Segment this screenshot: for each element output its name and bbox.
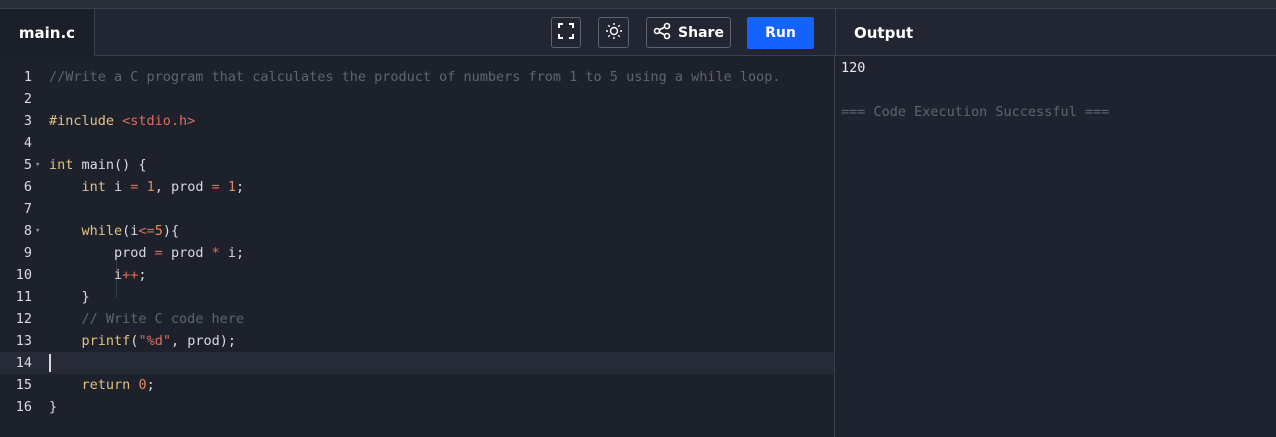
line-number: 4 (23, 135, 32, 151)
line-number: 10 (15, 267, 32, 283)
code-text: //Write a C program that calculates the … (49, 69, 781, 85)
line-number: 9 (23, 245, 32, 261)
code-text: int main() { (49, 157, 147, 173)
code-text: i++; (49, 267, 147, 283)
line-number: 2 (23, 91, 32, 107)
fullscreen-button[interactable] (551, 17, 581, 48)
code-line[interactable]: 7 (0, 198, 834, 220)
text-cursor (49, 354, 51, 372)
code-line[interactable]: 11 } (0, 286, 834, 308)
fold-toggle-icon[interactable]: ▾ (35, 220, 40, 242)
code-text: int i = 1, prod = 1; (81, 179, 245, 195)
window-top-bar (0, 0, 1276, 9)
theme-toggle-button[interactable] (598, 17, 629, 48)
code-line[interactable]: 5 ▾ int main() { (0, 154, 834, 176)
code-line[interactable]: 6 int i = 1, prod = 1; (0, 176, 834, 198)
line-number: 3 (23, 113, 32, 129)
code-text: while(i<=5){ (81, 223, 180, 239)
code-line[interactable]: 13 printf("%d", prod); (0, 330, 834, 352)
code-line[interactable]: 14 (0, 352, 834, 374)
code-text: // Write C code here (81, 311, 245, 327)
code-line[interactable]: 8 ▾ while(i<=5){ (0, 220, 834, 242)
output-status: === Code Execution Successful === (841, 104, 1110, 120)
sun-icon (605, 22, 623, 44)
line-number: 11 (15, 289, 32, 305)
code-line[interactable]: 16} (0, 396, 834, 418)
share-icon (653, 22, 671, 44)
file-tab-main-c[interactable]: main.c (0, 9, 95, 56)
code-line[interactable]: 2 (0, 88, 834, 110)
fold-toggle-icon[interactable]: ▾ (35, 154, 40, 176)
line-number: 13 (15, 333, 32, 349)
code-line[interactable]: 1 //Write a C program that calculates the… (0, 66, 834, 88)
output-result: 120 (841, 60, 866, 76)
code-line[interactable]: 10 i++; (0, 264, 834, 286)
code-line[interactable]: 15 return 0; (0, 374, 834, 396)
line-number: 8 (23, 223, 32, 239)
code-line[interactable]: 3 #include <stdio.h> (0, 110, 834, 132)
fullscreen-icon (557, 22, 575, 44)
line-number: 16 (15, 399, 32, 415)
line-number: 1 (23, 69, 32, 85)
code-line[interactable]: 12 // Write C code here (0, 308, 834, 330)
code-line[interactable]: 4 (0, 132, 834, 154)
line-number: 6 (23, 179, 32, 195)
code-text: #include <stdio.h> (49, 113, 196, 129)
code-text: } (49, 399, 58, 415)
code-text: } (49, 289, 90, 305)
line-number: 14 (15, 355, 32, 371)
line-number: 12 (15, 311, 32, 327)
toolbar: main.c Share Run Output (0, 9, 1276, 56)
code-editor[interactable]: 1 //Write a C program that calculates the… (0, 56, 834, 437)
line-number: 15 (15, 377, 32, 393)
line-number: 7 (23, 201, 32, 217)
code-text: prod = prod * i; (49, 245, 245, 261)
run-button[interactable]: Run (747, 17, 814, 49)
share-button[interactable]: Share (646, 17, 731, 48)
compiler-app: main.c Share Run Output 1 //Write a C pr… (0, 9, 1276, 437)
output-title: Output (835, 9, 1276, 56)
code-text: return 0; (81, 377, 155, 393)
share-label: Share (678, 24, 724, 41)
code-line[interactable]: 9 prod = prod * i; (0, 242, 834, 264)
line-number: 5 (23, 157, 32, 173)
output-panel: 120 === Code Execution Successful === (835, 56, 1276, 437)
code-text: printf("%d", prod); (81, 333, 236, 349)
